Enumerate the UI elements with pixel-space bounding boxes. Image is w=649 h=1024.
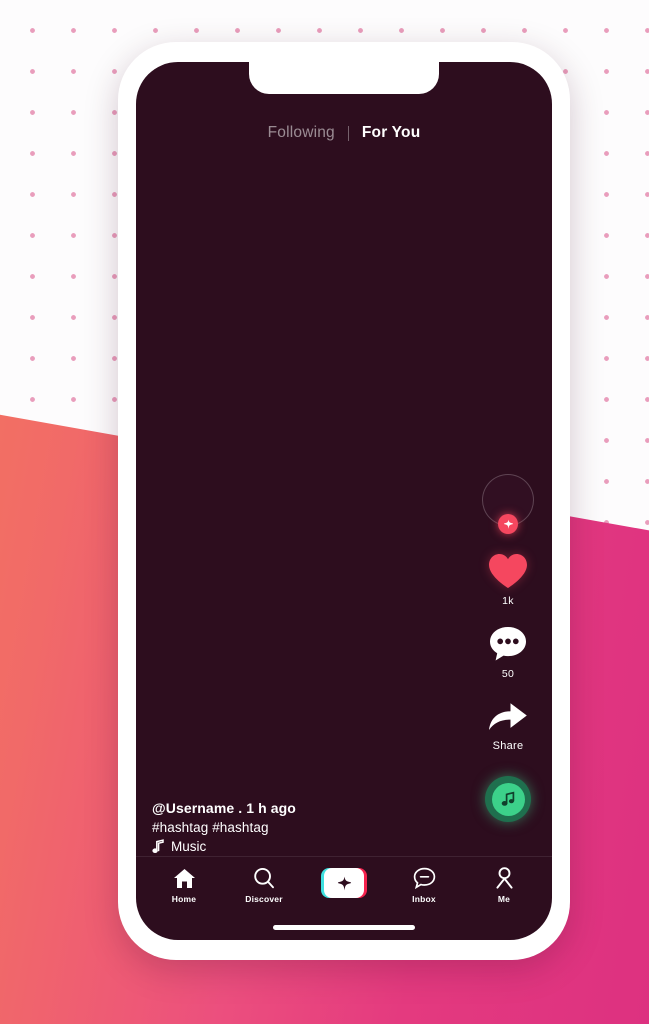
caption-music-row[interactable]: Music — [152, 839, 296, 854]
nav-label-me: Me — [497, 894, 511, 904]
music-note-icon — [491, 782, 525, 816]
caption-username[interactable]: @Username . 1 h ago — [152, 800, 296, 816]
person-icon — [494, 867, 515, 889]
share-label: Share — [492, 740, 524, 752]
action-rail: 1k 50 Share — [482, 474, 534, 822]
nav-item-home[interactable]: Home — [153, 867, 215, 904]
heart-icon — [489, 554, 527, 588]
tab-separator — [347, 125, 349, 141]
inbox-bubble-icon — [413, 867, 436, 889]
search-icon — [253, 867, 275, 889]
like-count: 1k — [502, 595, 514, 607]
caption-music-label: Music — [171, 839, 207, 854]
home-icon — [173, 867, 196, 889]
tab-following[interactable]: Following — [268, 124, 335, 142]
comment-button[interactable]: 50 — [488, 625, 528, 680]
create-plus-icon[interactable] — [321, 868, 367, 898]
caption-hashtags[interactable]: #hashtag #hashtag — [152, 820, 296, 835]
nav-label-inbox: Inbox — [412, 894, 436, 904]
nav-item-create[interactable] — [313, 868, 375, 903]
phone-notch — [249, 62, 439, 94]
nav-item-discover[interactable]: Discover — [233, 867, 295, 904]
tiktok-note-icon — [152, 839, 164, 853]
feed-tabs: Following For You — [136, 124, 552, 142]
like-button[interactable]: 1k — [487, 552, 529, 607]
nav-item-inbox[interactable]: Inbox — [393, 867, 455, 904]
home-indicator[interactable] — [273, 925, 415, 930]
plus-icon[interactable] — [498, 514, 518, 534]
avatar-button[interactable] — [482, 474, 534, 534]
comment-count: 50 — [501, 668, 515, 680]
phone-mockup: Following For You 1k 50 Share @Username … — [118, 42, 570, 960]
music-disc-button[interactable] — [485, 776, 531, 822]
nav-label-home: Home — [171, 894, 197, 904]
comment-bubble-icon — [490, 627, 526, 661]
nav-label-discover: Discover — [245, 894, 283, 904]
phone-screen: Following For You 1k 50 Share @Username … — [136, 62, 552, 940]
share-button[interactable]: Share — [487, 700, 529, 752]
nav-item-me[interactable]: Me — [473, 867, 535, 904]
bottom-navigation: Home Discover Inbox Me — [136, 856, 552, 914]
share-arrow-icon — [489, 703, 527, 730]
video-caption: @Username . 1 h ago #hashtag #hashtag Mu… — [152, 800, 296, 854]
tab-for-you[interactable]: For You — [362, 124, 421, 142]
create-white-face — [324, 868, 364, 898]
